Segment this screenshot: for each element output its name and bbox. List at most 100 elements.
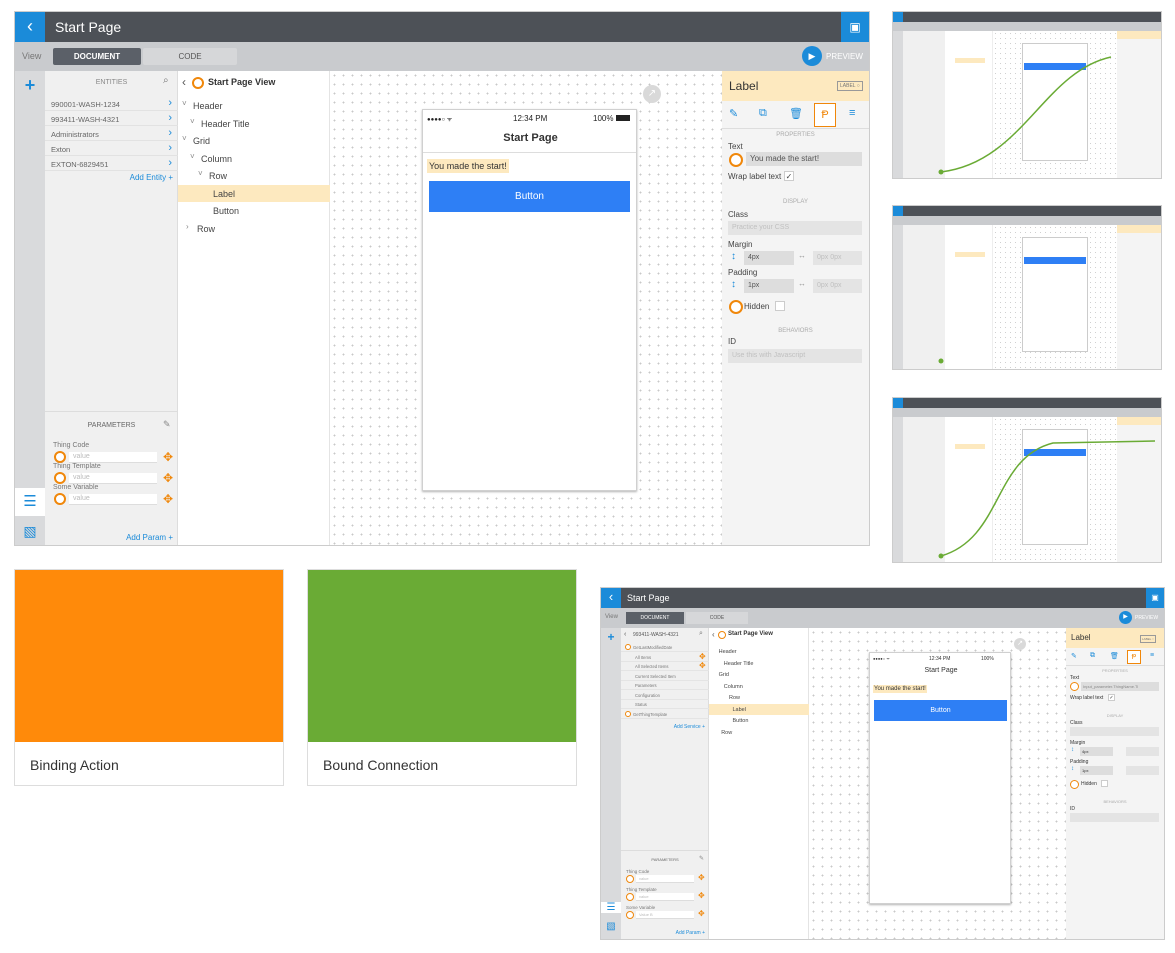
search-icon[interactable]: ⌕: [163, 75, 169, 86]
service-row[interactable]: GetThingTemplate: [621, 710, 709, 719]
phone-button[interactable]: Button: [874, 700, 1007, 721]
tab-document[interactable]: DOCUMENT: [626, 612, 684, 624]
service-row[interactable]: Parameters: [621, 681, 709, 690]
tree-node[interactable]: Header: [709, 646, 809, 657]
hidden-checkbox[interactable]: [1101, 780, 1108, 787]
add-service-link[interactable]: Add Service +: [674, 724, 705, 730]
preview-label[interactable]: PREVIEW: [1135, 615, 1158, 621]
add-icon[interactable]: +: [15, 71, 45, 99]
binding-circle-icon[interactable]: [626, 893, 634, 901]
service-row[interactable]: Status: [621, 700, 709, 709]
play-icon[interactable]: ▶: [1119, 611, 1132, 624]
align-icon[interactable]: ≡: [849, 107, 855, 119]
wrench-icon[interactable]: ↗: [643, 85, 661, 103]
text-input[interactable]: Input_parameter.ThingName.Ti: [1081, 682, 1159, 691]
parameter-input[interactable]: value: [69, 473, 157, 484]
id-input[interactable]: [1070, 813, 1159, 822]
back-button[interactable]: ‹: [15, 12, 45, 42]
wrench-icon[interactable]: ↗: [1014, 638, 1026, 650]
text-binding-icon[interactable]: [729, 153, 743, 167]
tree-node[interactable]: Row: [709, 727, 809, 738]
binding-circle-icon[interactable]: [625, 710, 631, 717]
phone-label[interactable]: You made the start!: [873, 685, 927, 693]
padding-input[interactable]: 1px: [1080, 766, 1113, 775]
copy-icon[interactable]: ⧉: [1090, 652, 1095, 660]
move-icon[interactable]: ✥: [163, 492, 173, 506]
binding-circle-icon[interactable]: [718, 631, 726, 639]
tree-node[interactable]: Column: [709, 681, 809, 692]
save-button[interactable]: ▣: [1146, 588, 1164, 608]
pencil-icon[interactable]: ✎: [1071, 652, 1077, 660]
binding-circle-icon[interactable]: [54, 493, 66, 505]
margin-lr-input[interactable]: [1126, 747, 1159, 756]
database-icon[interactable]: ☰: [15, 488, 45, 516]
tab-code[interactable]: CODE: [143, 48, 237, 65]
wrap-checkbox[interactable]: ✓: [784, 171, 794, 181]
margin-input[interactable]: 4px: [744, 251, 794, 265]
binding-tool-icon[interactable]: Ᵽ: [814, 103, 836, 127]
binding-circle-icon[interactable]: [626, 875, 634, 883]
move-icon[interactable]: ✥: [163, 471, 173, 485]
class-input[interactable]: [1070, 727, 1159, 736]
tree-node[interactable]: ˅ Header: [178, 97, 330, 114]
edit-icon[interactable]: ✎: [699, 855, 704, 862]
padding-input[interactable]: 1px: [744, 279, 794, 293]
tree-node[interactable]: › Row: [178, 220, 330, 237]
tab-document[interactable]: DOCUMENT: [53, 48, 141, 65]
move-icon[interactable]: ✥: [699, 652, 706, 661]
tree-node[interactable]: ˅ Column: [178, 150, 330, 167]
add-icon[interactable]: +: [601, 630, 621, 644]
move-icon[interactable]: ✥: [698, 891, 705, 900]
tree-node[interactable]: Button: [178, 202, 330, 219]
image-icon[interactable]: ▧: [601, 921, 621, 932]
entity-row[interactable]: 993411-WASH-4321 ›: [45, 112, 178, 126]
text-binding-icon[interactable]: [1070, 682, 1079, 691]
binding-circle-icon[interactable]: [54, 451, 66, 463]
image-icon[interactable]: ▧: [15, 517, 45, 545]
binding-circle-icon[interactable]: [192, 77, 204, 89]
chevron-left-icon[interactable]: ‹: [182, 75, 186, 89]
class-input[interactable]: Practice your CSS: [728, 221, 862, 235]
entity-row[interactable]: Exton ›: [45, 142, 178, 156]
back-button[interactable]: ‹: [601, 588, 621, 608]
text-input[interactable]: You made the start!: [746, 152, 862, 166]
padding-lr-input[interactable]: [1126, 766, 1159, 775]
trash-icon[interactable]: 🗑: [1110, 652, 1119, 660]
tree-node[interactable]: ˅ Header Title: [178, 115, 330, 132]
chevron-left-icon[interactable]: ‹: [624, 631, 626, 638]
service-row[interactable]: All Items ✥: [621, 652, 709, 662]
binding-circle-icon[interactable]: [626, 911, 634, 919]
align-icon[interactable]: ≡: [1150, 652, 1154, 659]
search-icon[interactable]: ⌕: [699, 630, 703, 638]
entity-row[interactable]: 990001-WASH-1234 ›: [45, 97, 178, 111]
tree-node[interactable]: ˅ Grid: [178, 132, 330, 149]
edit-icon[interactable]: ✎: [163, 419, 171, 430]
entity-row[interactable]: EXTON-6829451 ›: [45, 157, 178, 171]
tree-node[interactable]: ˅ Row: [178, 167, 330, 184]
padding-lr-input[interactable]: 0px 0px: [813, 279, 862, 293]
parameter-input[interactable]: value: [69, 452, 157, 463]
save-button[interactable]: ▣: [841, 12, 869, 42]
tab-code[interactable]: CODE: [686, 612, 748, 624]
phone-button[interactable]: Button: [429, 181, 630, 212]
hidden-checkbox[interactable]: [775, 301, 785, 311]
parameter-input[interactable]: value: [636, 875, 694, 883]
service-row[interactable]: Configuration: [621, 691, 709, 700]
tree-node[interactable]: Label: [709, 703, 809, 715]
preview-button[interactable]: ▶ PREVIEW: [802, 46, 864, 66]
move-icon[interactable]: ✥: [698, 909, 705, 918]
database-icon[interactable]: ☰: [601, 902, 621, 913]
move-icon[interactable]: ✥: [699, 661, 706, 670]
tree-node[interactable]: Header Title: [709, 658, 809, 669]
tree-node[interactable]: Grid: [709, 669, 809, 680]
move-icon[interactable]: ✥: [163, 450, 173, 464]
entity-row[interactable]: Administrators ›: [45, 127, 178, 141]
binding-circle-icon[interactable]: [54, 472, 66, 484]
wrap-checkbox[interactable]: ✓: [1108, 694, 1115, 701]
margin-lr-input[interactable]: 0px 0px: [813, 251, 862, 265]
tree-node[interactable]: Label: [178, 184, 330, 202]
move-icon[interactable]: ✥: [698, 873, 705, 882]
phone-label[interactable]: You made the start!: [427, 159, 509, 173]
parameter-input[interactable]: value: [636, 893, 694, 901]
hidden-binding-icon[interactable]: [729, 300, 743, 314]
